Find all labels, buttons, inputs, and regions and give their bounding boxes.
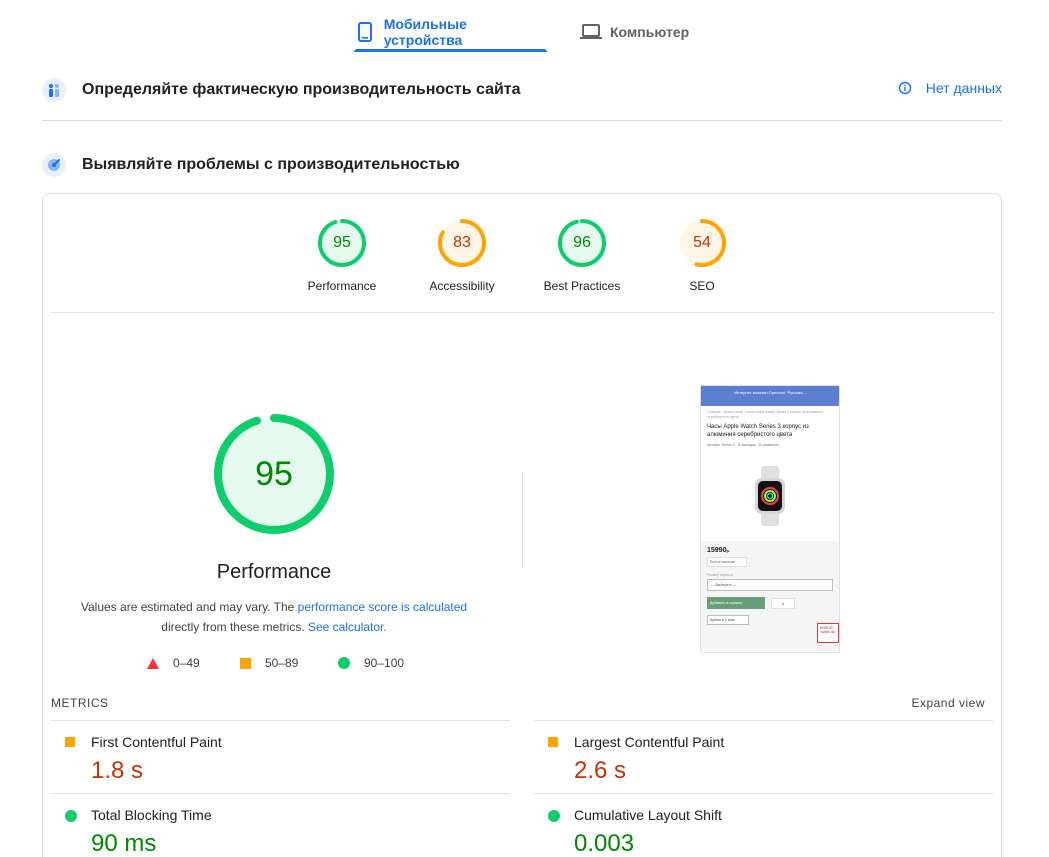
metric-fcp-title: First Contentful Paint [91,734,222,750]
thumb-wishlist: В закладки [737,443,756,447]
circle-icon [338,657,350,669]
gauge-accessibility[interactable]: 83 Accessibility [412,218,512,293]
thumb-add-row: Добавить в корзину 1 [707,597,833,609]
square-icon [240,657,251,669]
metric-cls-value: 0.003 [574,830,635,857]
section-divider [42,120,1002,121]
metric-cls-title: Cumulative Layout Shift [574,807,722,823]
gauge-seo-label: SEO [689,279,715,293]
tab-mobile[interactable]: Мобильные устройства [354,12,547,52]
thumb-qty: 1 [771,597,795,609]
see-calculator-link[interactable]: See calculator. [308,620,387,634]
thumb-purchase-panel: 15990р. Есть в наличии Размер корпуса --… [701,541,839,651]
watch-image [701,451,839,541]
thumb-error: ERROR: invalid da [817,623,839,643]
desc-text-1: Values are estimated and may vary. The [80,600,298,614]
thumb-product-title: Часы Apple Watch Series 3 корпус из алюм… [707,424,809,438]
thumb-stock: Есть в наличии [707,557,747,567]
gauge-seo-score: 54 [693,234,711,251]
triangle-icon [147,657,159,669]
metric-fcp-value: 1.8 s [91,757,144,784]
thumb-header: Интернет магазин Opencart "Русская... [701,386,839,406]
performance-score-large: 95 [255,455,293,493]
expand-view-toggle[interactable]: Expand view [911,696,985,710]
thumb-header-text: Интернет магазин Opencart "Русская... [734,390,806,395]
metric-lcp-title: Largest Contentful Paint [574,734,725,750]
metric-lcp-value: 2.6 s [574,757,627,784]
thumb-breadcrumbs: Главная / Умные часы / Часы Apple Watch … [707,410,824,419]
thumb-price-value: 15990 [707,547,727,554]
vertical-divider [522,472,523,568]
score-legend: 0–49 50–89 90–100 [43,656,505,672]
device-tabs: Мобильные устройства Компьютер [0,0,1049,52]
square-icon [65,737,75,747]
metrics-column-right: Largest Contentful Paint 2.6 s Cumulativ… [534,720,993,857]
gauge-seo[interactable]: 54 SEO [652,218,752,293]
gauge-best-practices[interactable]: 96 Best Practices [532,218,632,293]
speed-icon [42,153,66,177]
metric-tbt-value: 90 ms [91,830,157,857]
tab-mobile-label: Мобильные устройства [383,16,467,48]
legend-average: 50–89 [240,656,298,670]
lighthouse-report-card: 95 Performance 83 Accessibility 96 Best … [42,193,1002,857]
users-icon [42,78,66,102]
category-gauges: 95 Performance 83 Accessibility 96 Best … [43,218,1001,298]
legend-pass-label: 90–100 [364,656,405,670]
lab-data-title: Выявляйте проблемы с производительностью [82,156,460,173]
thumb-article: Артикул: Series 3 В закладки В сравнение [701,439,839,451]
circle-icon [65,810,77,822]
thumb-option-label: Размер корпуса [707,573,733,577]
metrics-heading: METRICS [51,696,109,710]
desc-text-2: directly from these metrics. [161,620,308,634]
smartphone-icon [354,21,376,43]
gauge-accessibility-score: 83 [453,234,471,251]
no-data-label: Нет данных [925,80,1002,96]
thumb-price: 15990р. [707,547,833,554]
gauge-best-practices-label: Best Practices [543,279,621,293]
thumb-option-select: --- Выберите --- [707,579,833,591]
circle-icon [548,810,560,822]
active-tab-indicator [354,49,547,52]
performance-title: Performance [216,561,332,583]
metrics-column-left: First Contentful Paint 1.8 s Total Block… [51,720,510,857]
laptop-icon [580,21,602,43]
thumb-add-to-cart: Добавить в корзину [707,597,765,609]
no-data-link[interactable]: Нет данных [898,80,1002,96]
field-data-title: Определяйте фактическую производительнос… [82,81,521,98]
thumb-compare: В сравнение [758,443,780,447]
final-screenshot[interactable]: Интернет магазин Opencart "Русская... Гл… [700,385,840,653]
gauge-performance-label: Performance [307,279,377,293]
legend-average-label: 50–89 [265,656,299,670]
metric-tbt-title: Total Blocking Time [91,807,212,823]
metric-lcp: Largest Contentful Paint 2.6 s [534,720,993,793]
legend-fail-label: 0–49 [173,656,200,670]
legend-pass: 90–100 [338,656,404,670]
lab-data-header: Выявляйте проблемы с производительностью [42,152,1002,178]
thumb-buy-one-click: Купить в 1 клик [707,615,749,625]
thumb-article-text: Артикул: Series 3 [707,443,735,447]
gauge-accessibility-label: Accessibility [429,279,495,293]
square-icon [548,737,558,747]
gauges-divider [51,312,995,313]
thumb-currency: р. [726,548,731,553]
score-calculated-link[interactable]: performance score is calculated [298,600,467,614]
metric-fcp: First Contentful Paint 1.8 s [51,720,510,793]
gauge-performance-score: 95 [333,234,351,251]
performance-description: Values are estimated and may vary. The p… [63,597,485,637]
field-data-header: Определяйте фактическую производительнос… [42,76,1002,104]
legend-fail: 0–49 [147,656,200,670]
gauge-performance[interactable]: 95 Performance [292,218,392,293]
tab-desktop[interactable]: Компьютер [580,12,710,52]
tab-desktop-label: Компьютер [610,24,690,40]
metric-tbt: Total Blocking Time 90 ms [51,793,510,857]
gauge-best-practices-score: 96 [573,234,591,251]
info-icon [898,81,912,95]
metric-cls: Cumulative Layout Shift 0.003 [534,793,993,857]
